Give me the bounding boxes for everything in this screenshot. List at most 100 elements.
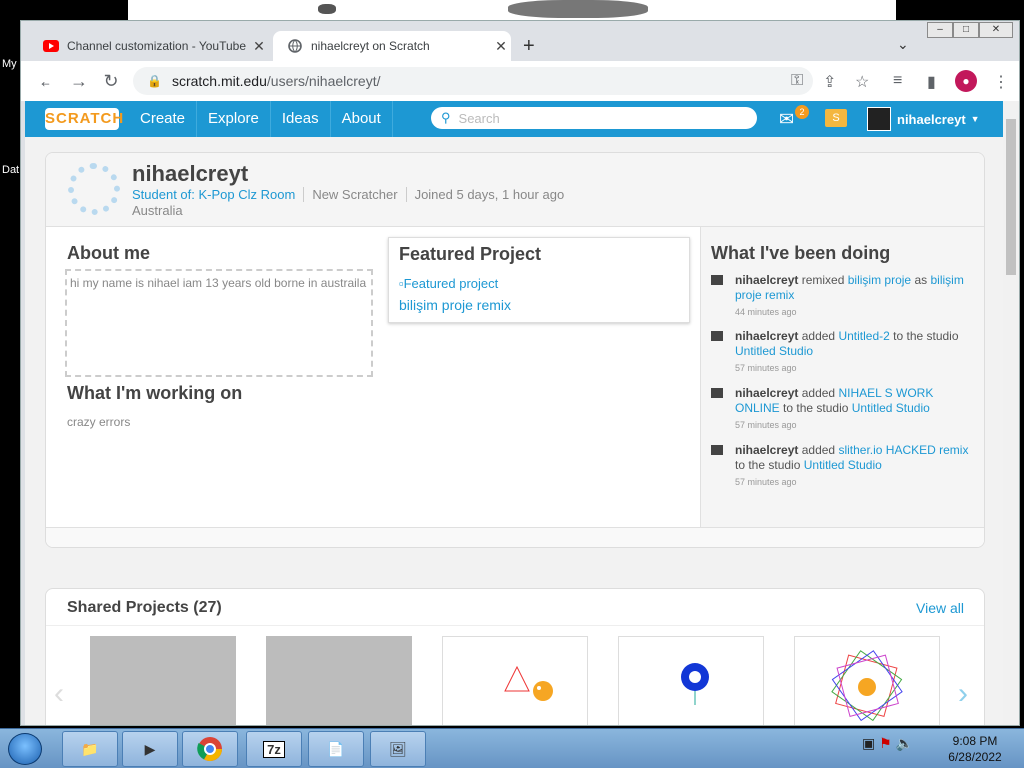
featured-project-link[interactable]: bilişim proje remix [399,297,511,313]
minimize-button[interactable]: – [927,22,953,38]
volume-icon: 🔈 [895,735,914,751]
browser-window: Channel customization - YouTube ✕ nihael… [20,20,1020,726]
activity-item-link[interactable]: bilişim proje [848,273,911,287]
tab-youtube[interactable]: Channel customization - YouTube ✕ [29,31,269,61]
search-placeholder: Search [458,110,500,126]
media-player-icon[interactable]: ▶ [122,731,178,767]
youtube-icon [43,38,59,54]
featured-project-image[interactable]: ▫Featured project [399,276,498,291]
nav-create[interactable]: Create [129,101,198,137]
caret-down-icon: ▼ [970,114,980,124]
activity-icon [711,331,723,341]
nav-explore[interactable]: Explore [197,101,271,137]
activity-item-link[interactable]: slither.io HACKED remix [838,443,968,457]
image-viewer-icon[interactable]: 🖼 [370,731,426,767]
maximize-button[interactable]: □ [953,22,979,38]
start-button[interactable] [8,733,42,765]
project-thumbnail[interactable] [266,636,412,725]
share-icon[interactable]: ⇪ [823,72,836,92]
desktop-icon-label[interactable]: Dat [2,164,19,176]
browser-toolbar: ← → ↻ 🔒 scratch.mit.edu/users/nihaelcrey… [21,61,1019,101]
address-bar[interactable]: 🔒 scratch.mit.edu/users/nihaelcreyt/ [133,67,813,95]
wordpad-icon[interactable]: 📄 [308,731,364,767]
scratch-logo[interactable]: SCRATCH [45,108,123,130]
my-stuff-icon[interactable]: S [825,109,847,127]
activity-user[interactable]: nihaelcreyt [735,386,798,400]
desktop: My Dat Channel customization - YouTube ✕… [0,0,1024,768]
new-tab-icon[interactable]: + [523,35,535,58]
search-icon: ⚲ [441,110,451,125]
profile-box: nihaelcreyt Student of: K-Pop Clz Room Ne… [45,152,985,548]
project-thumbnail[interactable] [90,636,236,725]
reload-icon[interactable]: ↻ [95,71,127,92]
student-of-link[interactable]: Student of: K-Pop Clz Room [132,187,295,202]
network-icon: ▣ [862,735,876,751]
profile-header: nihaelcreyt Student of: K-Pop Clz Room Ne… [46,153,984,227]
activity-item: nihaelcreyt remixed bilişim proje as bil… [711,273,971,320]
about-me-textarea[interactable]: hi my name is nihael iam 13 years old bo… [65,269,373,377]
scratch-navbar: SCRATCH Create Explore Ideas About ⚲ Sea… [25,101,1003,137]
forward-icon[interactable]: → [63,71,95,92]
nav-ideas[interactable]: Ideas [271,101,331,137]
profile-avatar [68,163,120,215]
carousel-next-icon[interactable]: › [958,677,968,711]
project-thumbnail[interactable] [794,636,940,725]
reading-list-icon[interactable]: ≡ [893,72,902,90]
shared-projects-heading: Shared Projects (27) [67,599,222,616]
activity-target-link[interactable]: Untitled Studio [735,344,813,358]
background-image [128,0,896,20]
search-input[interactable]: ⚲ Search [431,107,757,129]
activity-panel: What I've been doing nihaelcreyt remixed… [700,227,984,527]
about-me-heading: About me [67,243,150,263]
tab-title: Channel customization - YouTube [67,39,247,53]
activity-icon [711,388,723,398]
activity-user[interactable]: nihaelcreyt [735,273,798,287]
activity-target-link[interactable]: Untitled Studio [852,401,930,415]
joined-text: Joined 5 days, 1 hour ago [414,187,565,202]
profile-avatar-icon[interactable]: ● [955,70,977,92]
profile-country: Australia [132,203,183,218]
featured-image-alt: Featured project [403,276,499,291]
project-thumbnail[interactable] [442,636,588,725]
working-on-heading: What I'm working on [67,383,243,403]
cat-sprite-icon [504,665,553,701]
page-scrollbar[interactable] [1003,101,1019,725]
activity-item-link[interactable]: Untitled-2 [838,329,889,343]
profile-name: nihaelcreyt [132,161,249,186]
activity-time: 57 minutes ago [735,363,797,373]
activity-time: 57 minutes ago [735,477,797,487]
menu-icon[interactable]: ⋮ [993,72,1009,92]
7zip-icon[interactable]: 7z [246,731,302,767]
key-icon[interactable]: ⚿ [791,72,803,90]
activity-time: 44 minutes ago [735,307,797,317]
flower-icon [681,663,709,705]
close-icon[interactable]: ✕ [491,38,511,55]
messages-icon[interactable]: ✉ [779,109,794,130]
side-panel-icon[interactable]: ▮ [927,72,936,92]
file-explorer-icon[interactable]: 📁 [62,731,118,767]
activity-user[interactable]: nihaelcreyt [735,443,798,457]
close-icon[interactable]: ✕ [249,38,269,55]
user-menu[interactable]: nihaelcreyt ▼ [867,101,980,137]
chrome-icon[interactable] [182,731,238,767]
lock-icon: 🔒 [147,74,162,88]
featured-project-heading: Featured Project [399,244,542,264]
view-all-link[interactable]: View all [916,600,964,616]
bookmark-star-icon[interactable]: ☆ [855,72,869,92]
clock[interactable]: 9:08 PM 6/28/2022 [940,733,1010,765]
carousel-prev-icon[interactable]: ‹ [54,677,64,711]
tab-scratch[interactable]: nihaelcreyt on Scratch ✕ [273,31,511,61]
close-window-button[interactable]: ✕ [979,22,1013,38]
chevron-down-icon[interactable]: ⌄ [897,36,909,53]
desktop-icon-label[interactable]: My [2,58,17,70]
activity-target-link[interactable]: Untitled Studio [804,458,882,472]
nav-about[interactable]: About [331,101,393,137]
clock-date: 6/28/2022 [948,750,1002,764]
tab-strip: Channel customization - YouTube ✕ nihael… [21,21,1019,61]
scrollbar-thumb[interactable] [1006,119,1016,275]
activity-time: 57 minutes ago [735,420,797,430]
project-thumbnail[interactable] [618,636,764,725]
activity-user[interactable]: nihaelcreyt [735,329,798,343]
system-tray[interactable]: ▣ ⚑ 🔈 [862,735,913,752]
working-on-text[interactable]: crazy errors [67,415,130,429]
